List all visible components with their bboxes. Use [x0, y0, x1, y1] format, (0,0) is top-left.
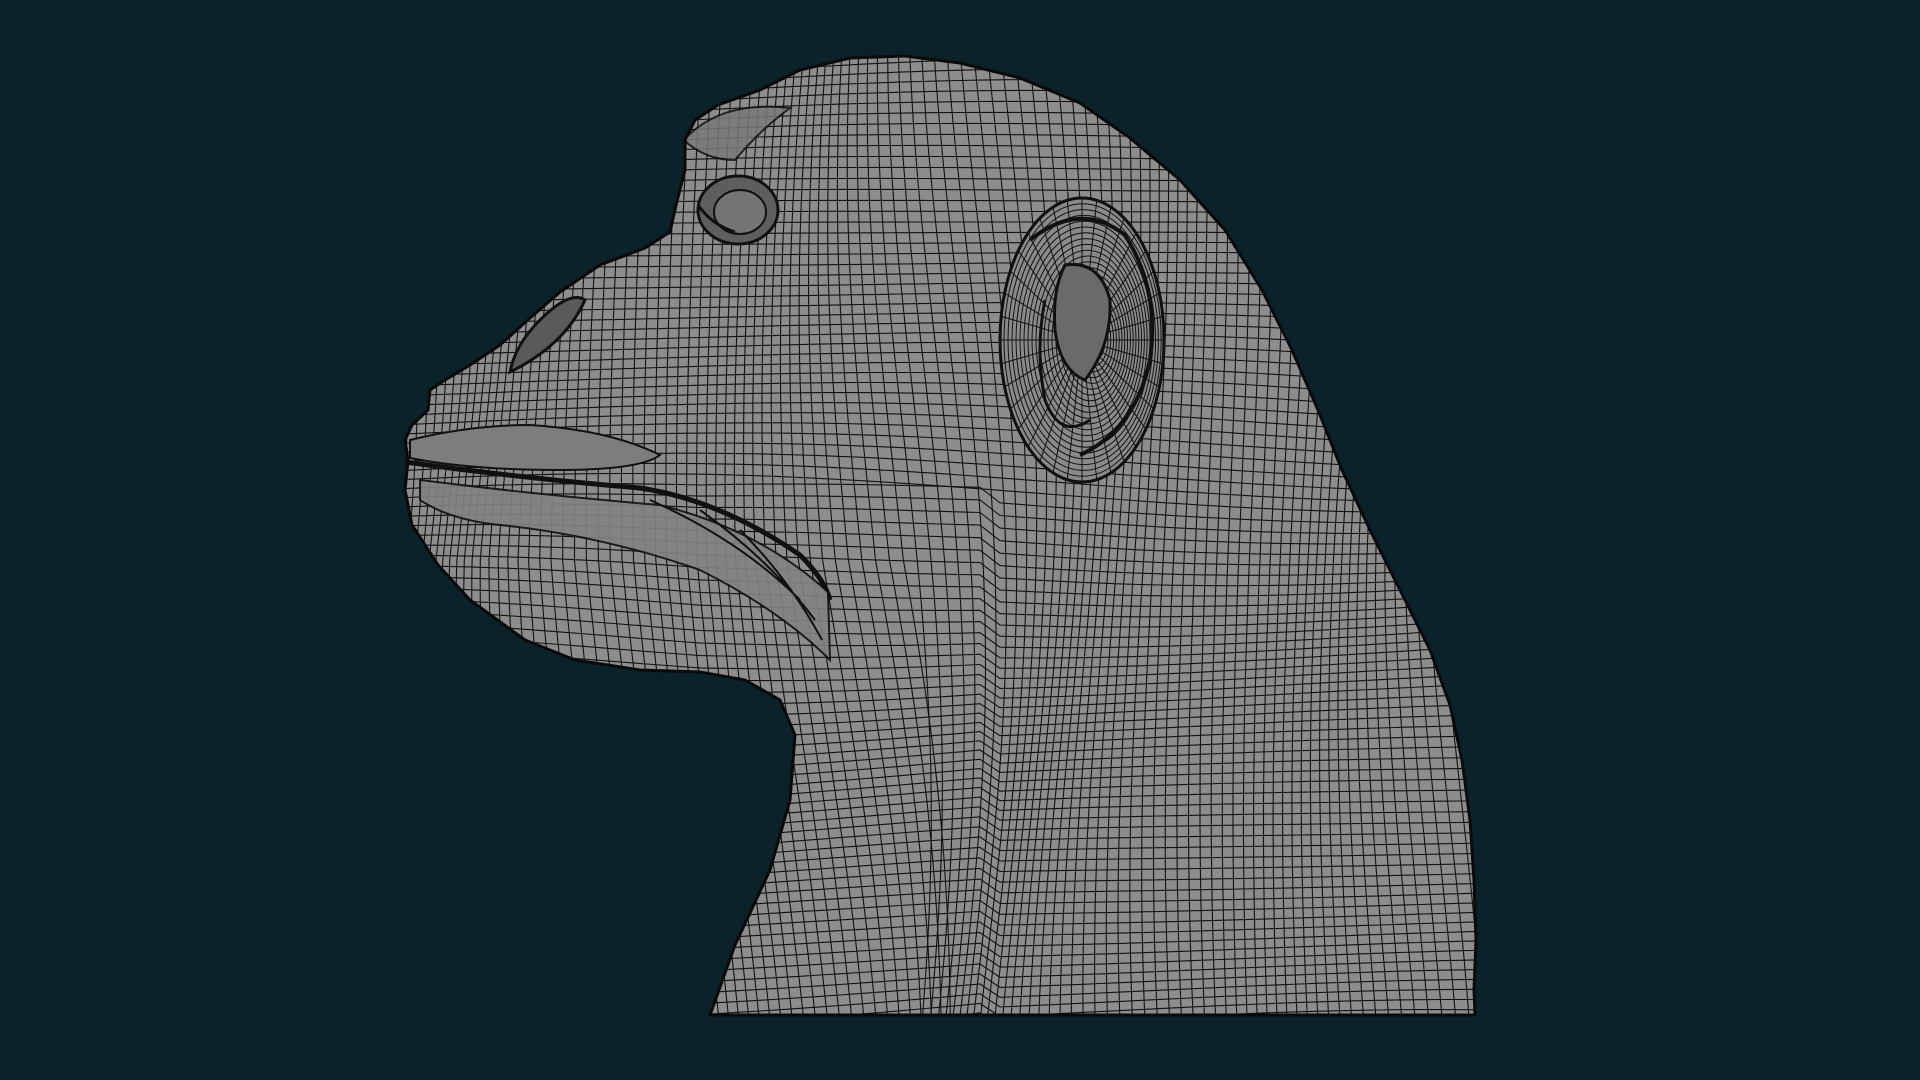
- 3d-viewport[interactable]: [0, 0, 1920, 1080]
- wireframe-model[interactable]: [0, 0, 1920, 1080]
